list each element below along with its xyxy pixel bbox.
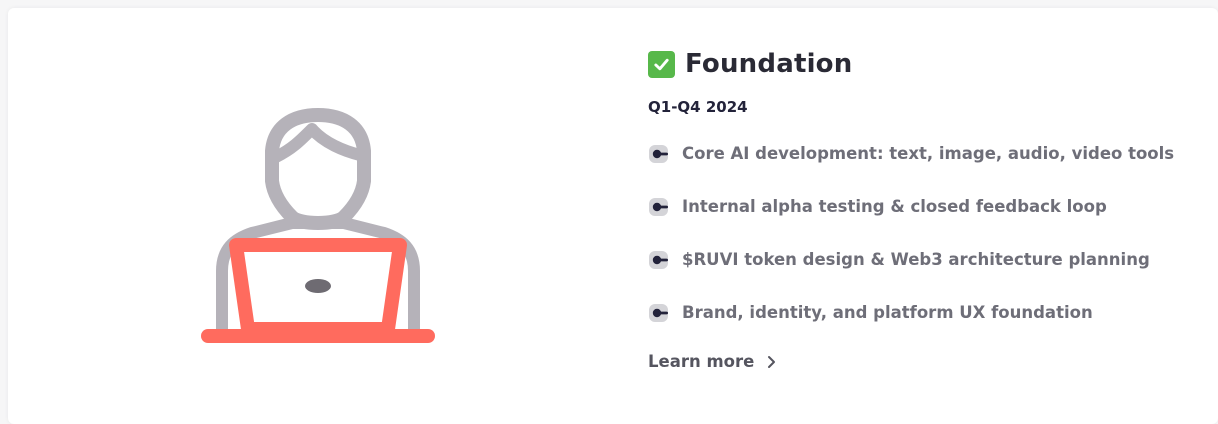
toggle-bullet-icon: [649, 197, 668, 216]
milestone-items-list: Core AI development: text, image, audio,…: [648, 140, 1208, 326]
list-item: Internal alpha testing & closed feedback…: [648, 193, 1208, 220]
list-item-label: Core AI development: text, image, audio,…: [682, 144, 1175, 163]
list-item-label: Internal alpha testing & closed feedback…: [682, 197, 1107, 216]
milestone-period: Q1-Q4 2024: [648, 98, 748, 116]
milestone-title: Foundation: [685, 49, 853, 79]
learn-more-link[interactable]: Learn more: [648, 352, 776, 371]
list-item: Core AI development: text, image, audio,…: [648, 140, 1208, 167]
list-item-label: $RUVI token design & Web3 architecture p…: [682, 250, 1150, 269]
milestone-title-row: Foundation: [648, 44, 1208, 84]
toggle-bullet-icon: [649, 303, 668, 322]
chevron-right-icon: [768, 355, 776, 368]
list-item: Brand, identity, and platform UX foundat…: [648, 299, 1208, 326]
milestone-card: Foundation Q1-Q4 2024 Core AI developmen…: [8, 8, 1218, 424]
toggle-bullet-icon: [649, 250, 668, 269]
list-item-label: Brand, identity, and platform UX foundat…: [682, 303, 1093, 322]
person-at-laptop-icon: [201, 108, 435, 343]
toggle-bullet-icon: [649, 144, 668, 163]
milestone-content: Foundation Q1-Q4 2024 Core AI developmen…: [648, 44, 1208, 371]
check-mark-icon: [648, 50, 675, 78]
learn-more-label: Learn more: [648, 352, 755, 371]
list-item: $RUVI token design & Web3 architecture p…: [648, 246, 1208, 273]
